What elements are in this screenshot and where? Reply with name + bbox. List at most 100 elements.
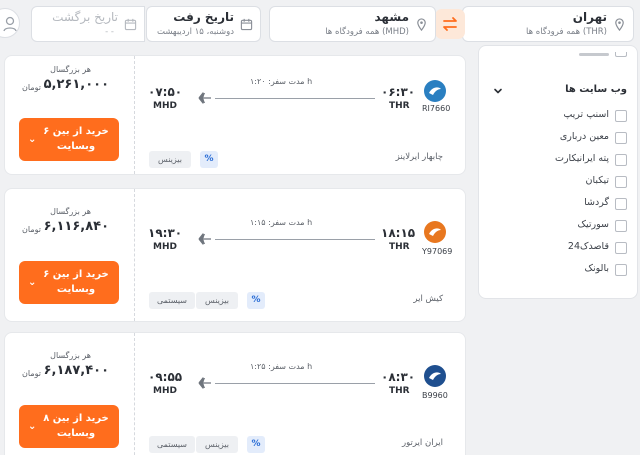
flight-card[interactable]: هر بزرگسال تومان ۵,۲۶۱,۰۰۰ ⌄ خرید از بین ۶ و… — [4, 55, 466, 175]
passengers-button[interactable] — [0, 8, 20, 38]
filter-panel: وب سایت ها اسنپ تریپ معین درباری پته ایران… — [478, 45, 638, 299]
price: ۵,۲۶۱,۰۰۰ — [43, 77, 109, 92]
filter-item-label: معین درباری — [559, 131, 609, 142]
per-adult-label: هر بزرگسال — [50, 207, 91, 216]
discount-icon[interactable]: % — [247, 436, 265, 453]
origin-airports: همه فرودگاه ها (THR) — [526, 27, 607, 37]
filter-item-label: تیکبان — [585, 175, 610, 186]
filter-item-label: اسنپ تریپ — [563, 109, 609, 120]
websites-filter-title: وب سایت ها — [565, 84, 627, 95]
per-adult-label: هر بزرگسال — [50, 351, 91, 360]
buy-button[interactable]: ⌄ خرید از بین ۶ وبسایت — [19, 118, 119, 161]
discount-icon[interactable]: % — [247, 292, 265, 309]
airline-logo-icon — [424, 365, 446, 387]
filter-item-label: گردشا — [584, 197, 609, 208]
chevron-down-icon: ⌄ — [28, 134, 37, 145]
departure-time: ۰۸:۳۰ — [381, 370, 416, 384]
price-column: هر بزرگسال تومان ۶,۱۱۶,۸۴۰ ⌄ خرید از بین ۶ و… — [5, 189, 135, 321]
swap-arrows-icon — [443, 17, 457, 31]
destination-airports: همه فرودگاه ها (MHD) — [325, 27, 409, 37]
arrival-airport-code: MHD — [153, 386, 177, 396]
return-date-field[interactable]: تاریخ برگشت - - — [31, 6, 145, 42]
per-adult-label: هر بزرگسال — [50, 65, 91, 74]
departure-time: ۰۶:۳۰ — [381, 85, 416, 99]
discount-icon[interactable]: % — [200, 151, 218, 168]
buy-button-label: خرید از بین ۸ وبسایت — [43, 413, 109, 439]
route-line — [215, 383, 375, 384]
departure-airport-code: THR — [389, 386, 410, 396]
filter-item-label: پته ایرانیکارت — [555, 153, 609, 164]
currency-label: تومان — [22, 225, 41, 234]
flight-card[interactable]: هر بزرگسال تومان ۶,۱۸۷,۴۰۰ ⌄ خرید از بین ۸ و… — [4, 332, 466, 455]
location-pin-icon — [615, 18, 624, 31]
price-column: هر بزرگسال تومان ۶,۱۸۷,۴۰۰ ⌄ خرید از بین ۸ و… — [5, 333, 135, 455]
filter-checkbox[interactable] — [615, 220, 627, 232]
checkbox-partial[interactable] — [615, 52, 627, 57]
fare-tag: سیستمی — [149, 436, 195, 453]
flight-number: RI7660 — [422, 104, 451, 113]
depart-date-field[interactable]: تاریخ رفت دوشنبه، ۱۵ اردیبهشت — [146, 6, 261, 42]
fare-tag: بیزینس — [149, 151, 191, 168]
flight-duration: مدت سفر: ۱:۱۵ h — [250, 218, 313, 227]
arrival-airport-code: MHD — [153, 101, 177, 111]
airline-name: چابهار ایرلاینز — [395, 152, 443, 162]
filter-checkbox[interactable] — [615, 154, 627, 166]
calendar-icon — [124, 18, 137, 31]
currency-label: تومان — [22, 83, 41, 92]
flight-number: Y97069 — [422, 247, 453, 256]
currency-label: تومان — [22, 369, 41, 378]
origin-field[interactable]: تهران همه فرودگاه ها (THR) — [462, 6, 634, 42]
arrival-time: ۱۹:۳۰ — [148, 226, 183, 240]
arrival-airport-code: MHD — [153, 242, 177, 252]
flight-card[interactable]: هر بزرگسال تومان ۶,۱۱۶,۸۴۰ ⌄ خرید از بین ۶ و… — [4, 188, 466, 322]
plane-icon — [198, 233, 211, 245]
price: ۶,۱۸۷,۴۰۰ — [43, 363, 109, 378]
airline-name: کیش ایر — [413, 294, 443, 304]
chevron-down-icon[interactable] — [493, 86, 503, 96]
chevron-down-icon: ⌄ — [28, 277, 37, 288]
filter-item-label: بالونک — [584, 263, 610, 274]
departure-airport-code: THR — [389, 101, 410, 111]
origin-city: تهران — [572, 10, 607, 24]
fare-tag: سیستمی — [149, 292, 195, 309]
filter-checkbox[interactable] — [615, 132, 627, 144]
filter-item-partial — [579, 53, 609, 56]
calendar-icon — [240, 18, 253, 31]
airline-logo-icon — [424, 221, 446, 243]
filter-checkbox[interactable] — [615, 242, 627, 254]
return-date-value: - - — [105, 27, 114, 37]
swap-route-button[interactable] — [435, 9, 465, 39]
fare-tag: بیزینس — [196, 292, 238, 309]
destination-field[interactable]: مشهد همه فرودگاه ها (MHD) — [269, 6, 436, 42]
location-pin-icon — [417, 18, 426, 31]
flight-duration: مدت سفر: ۱:۲۵ h — [250, 362, 313, 371]
chevron-down-icon: ⌄ — [28, 421, 37, 432]
price: ۶,۱۱۶,۸۴۰ — [43, 219, 109, 234]
destination-city: مشهد — [374, 10, 410, 24]
buy-button[interactable]: ⌄ خرید از بین ۸ وبسایت — [19, 405, 119, 448]
plane-icon — [198, 377, 211, 389]
filter-checkbox[interactable] — [615, 110, 627, 122]
flight-duration: مدت سفر: ۱:۲۰ h — [250, 77, 313, 86]
return-date-label: تاریخ برگشت — [52, 10, 118, 24]
airline-name: ایران ایرتور — [401, 438, 443, 448]
fare-tag: بیزینس — [196, 436, 238, 453]
plane-icon — [198, 92, 211, 104]
user-icon — [3, 16, 17, 32]
filter-checkbox[interactable] — [615, 264, 627, 276]
filter-checkbox[interactable] — [615, 198, 627, 210]
buy-button[interactable]: ⌄ خرید از بین ۶ وبسایت — [19, 261, 119, 304]
departure-airport-code: THR — [389, 242, 410, 252]
depart-date-label: تاریخ رفت — [173, 10, 234, 24]
filter-checkbox[interactable] — [615, 176, 627, 188]
flight-number: B9960 — [422, 391, 448, 400]
price-column: هر بزرگسال تومان ۵,۲۶۱,۰۰۰ ⌄ خرید از بین ۶ و… — [5, 56, 135, 174]
buy-button-label: خرید از بین ۶ وبسایت — [43, 126, 109, 152]
filter-item-label: قاصدک24 — [567, 241, 609, 252]
arrival-time: ۰۹:۵۵ — [148, 370, 183, 384]
airline-logo-icon — [424, 80, 446, 102]
filter-item-label: سورتیک — [577, 219, 609, 230]
departure-time: ۱۸:۱۵ — [381, 226, 416, 240]
route-line — [215, 239, 375, 240]
depart-date-value: دوشنبه، ۱۵ اردیبهشت — [156, 27, 234, 37]
